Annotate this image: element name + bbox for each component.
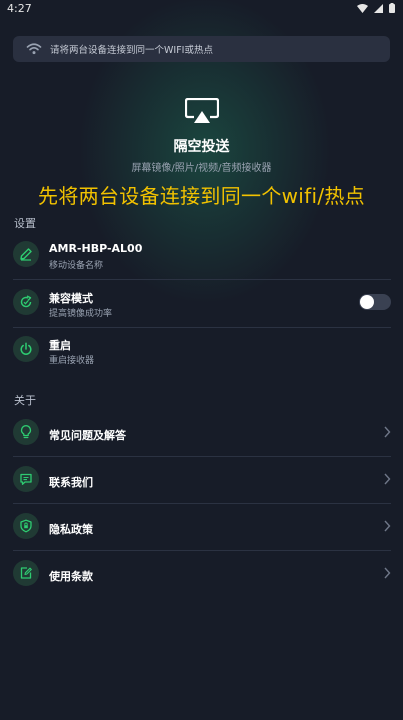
restart-title: 重启 xyxy=(49,339,71,352)
compat-mode-toggle[interactable] xyxy=(359,294,391,310)
status-time: 4:27 xyxy=(7,2,32,15)
pencil-icon xyxy=(20,248,32,261)
privacy-label: 隐私政策 xyxy=(49,523,93,536)
status-icons xyxy=(357,3,395,13)
wifi-hint-banner[interactable]: 请将两台设备连接到同一个WIFI或热点 xyxy=(13,36,390,62)
privacy-icon-box xyxy=(13,513,39,539)
compat-mode-title: 兼容模式 xyxy=(49,292,93,305)
chevron-right-icon xyxy=(384,473,391,485)
app-subtitle: 屏幕镜像/照片/视频/音频接收器 xyxy=(131,163,272,174)
contact-row[interactable]: 联系我们 xyxy=(13,457,391,503)
cell-signal-icon xyxy=(374,3,383,13)
settings-section-label: 设置 xyxy=(14,217,36,230)
chevron-right-icon xyxy=(384,520,391,532)
faq-icon-box xyxy=(13,419,39,445)
privacy-row[interactable]: 隐私政策 xyxy=(13,504,391,550)
chevron-right-icon xyxy=(384,426,391,438)
wifi-hint-text: 请将两台设备连接到同一个WIFI或热点 xyxy=(50,45,213,56)
refresh-icon xyxy=(20,295,32,308)
battery-icon xyxy=(389,3,395,13)
device-name-desc: 移动设备名称 xyxy=(49,261,104,271)
terms-icon-box xyxy=(13,560,39,586)
compat-mode-desc: 提高镜像成功率 xyxy=(49,309,113,319)
status-bar: 4:27 xyxy=(0,0,403,18)
chevron-right-icon xyxy=(384,567,391,579)
toggle-knob xyxy=(360,295,374,309)
faq-row[interactable]: 常见问题及解答 xyxy=(13,410,391,456)
device-name-row[interactable]: AMR-HBP-AL00 移动设备名称 xyxy=(13,232,391,278)
device-name-icon-box xyxy=(13,241,39,267)
compat-mode-icon-box xyxy=(13,289,39,315)
device-name-value: AMR-HBP-AL00 xyxy=(49,242,143,255)
terms-row[interactable]: 使用条款 xyxy=(13,551,391,597)
about-section-label: 关于 xyxy=(14,394,36,407)
contact-icon-box xyxy=(13,466,39,492)
restart-desc: 重启接收器 xyxy=(49,356,95,366)
contact-label: 联系我们 xyxy=(49,476,93,489)
edit-document-icon xyxy=(20,567,32,579)
restart-icon-box xyxy=(13,336,39,362)
message-icon xyxy=(20,473,32,485)
power-icon xyxy=(20,342,32,355)
wifi-icon xyxy=(26,43,42,55)
app-title: 隔空投送 xyxy=(173,139,230,155)
airplay-icon xyxy=(185,98,219,123)
wifi-signal-icon xyxy=(357,3,368,13)
shield-icon xyxy=(20,519,32,533)
lightbulb-icon xyxy=(20,425,32,439)
overlay-caption: 先将两台设备连接到同一个wifi/热点 xyxy=(38,184,365,208)
terms-label: 使用条款 xyxy=(49,570,93,583)
faq-label: 常见问题及解答 xyxy=(49,429,126,442)
compat-mode-row[interactable]: 兼容模式 提高镜像成功率 xyxy=(13,280,391,326)
restart-row[interactable]: 重启 重启接收器 xyxy=(13,327,391,373)
